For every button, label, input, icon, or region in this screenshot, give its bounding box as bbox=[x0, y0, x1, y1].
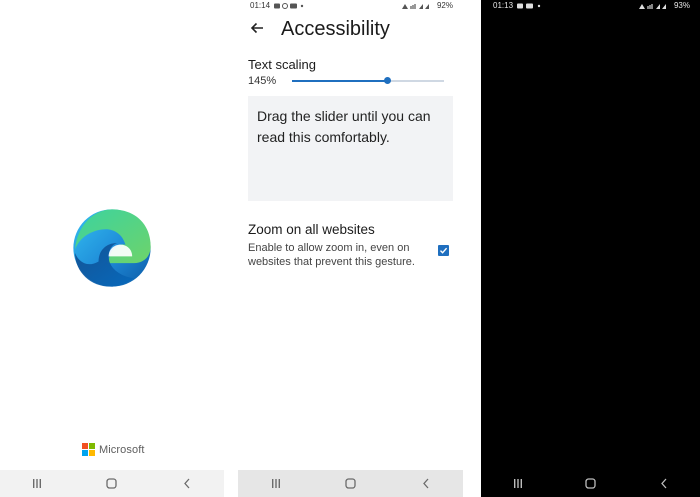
system-navbar bbox=[481, 470, 700, 497]
ms-blue-square bbox=[82, 450, 88, 456]
back-chevron-icon[interactable] bbox=[406, 474, 446, 494]
edge-splash-screen: Microsoft bbox=[0, 0, 224, 497]
edge-logo-icon bbox=[73, 209, 151, 287]
slider-fill bbox=[292, 80, 388, 82]
accessibility-settings-screen: 01:14 92% Accessibility Text scaling 145… bbox=[238, 0, 463, 497]
signal-wifi-icons bbox=[639, 4, 666, 9]
status-time: 01:13 bbox=[493, 1, 514, 10]
status-bar: 01:13 93% bbox=[481, 0, 700, 12]
home-icon[interactable] bbox=[331, 474, 371, 494]
arrow-left-icon[interactable] bbox=[249, 20, 265, 36]
text-scaling-value: 145% bbox=[248, 75, 277, 87]
status-battery: 93% bbox=[673, 1, 690, 10]
system-navbar bbox=[238, 470, 463, 497]
zoom-setting-description: Enable to allow zoom in, even on website… bbox=[248, 242, 415, 268]
home-icon[interactable] bbox=[92, 474, 132, 494]
ms-yellow-square bbox=[89, 450, 95, 456]
status-time: 01:14 bbox=[250, 1, 271, 10]
text-scaling-slider[interactable] bbox=[292, 76, 444, 86]
notification-icons bbox=[274, 3, 304, 9]
system-navbar bbox=[0, 470, 224, 497]
ms-red-square bbox=[82, 443, 88, 449]
checkmark-icon bbox=[440, 247, 448, 254]
home-icon[interactable] bbox=[571, 474, 611, 494]
zoom-checkbox[interactable] bbox=[438, 245, 449, 256]
black-screen: 01:13 93% bbox=[481, 0, 700, 497]
status-battery: 92% bbox=[436, 1, 453, 10]
microsoft-label: Microsoft bbox=[99, 443, 145, 456]
slider-thumb[interactable] bbox=[384, 77, 392, 84]
microsoft-logo-icon bbox=[82, 443, 95, 456]
microsoft-brand: Microsoft bbox=[82, 443, 145, 456]
page-title: Accessibility bbox=[281, 18, 390, 40]
back-chevron-icon[interactable] bbox=[644, 474, 684, 494]
text-preview-box: Drag the slider until you can read this … bbox=[248, 96, 453, 201]
zoom-setting-title: Zoom on all websites bbox=[248, 222, 375, 237]
recents-icon[interactable] bbox=[256, 474, 296, 494]
back-chevron-icon[interactable] bbox=[167, 474, 207, 494]
recents-icon[interactable] bbox=[498, 474, 538, 494]
signal-wifi-icons bbox=[402, 4, 429, 9]
recents-icon[interactable] bbox=[17, 474, 57, 494]
ms-green-square bbox=[89, 443, 95, 449]
text-scaling-label: Text scaling bbox=[248, 57, 316, 72]
status-bar: 01:14 92% bbox=[238, 0, 463, 12]
screenshot-collage: Microsoft 01:14 92% Accessibility Text s… bbox=[0, 0, 700, 497]
notification-icons bbox=[517, 3, 541, 9]
